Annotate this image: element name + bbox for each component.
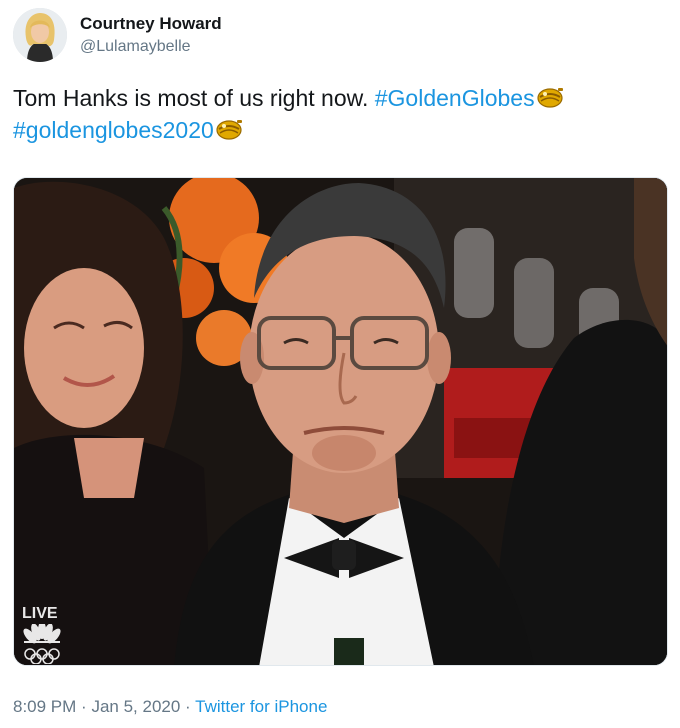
tweet-date[interactable]: Jan 5, 2020 [91, 697, 180, 716]
tweet-meta: 8:09 PM · Jan 5, 2020 · Twitter for iPho… [13, 697, 327, 717]
olympic-rings-icon [24, 648, 60, 664]
golden-globe-emoji-icon [535, 85, 565, 109]
meta-separator: · [81, 697, 87, 716]
nbc-peacock-icon [23, 624, 61, 664]
tweet-text: Tom Hanks is most of us right now. #Gold… [13, 82, 668, 146]
golden-globe-emoji-icon [214, 117, 244, 141]
author-avatar[interactable] [13, 8, 67, 62]
tweet-source-app[interactable]: Twitter for iPhone [195, 697, 327, 716]
hashtag-goldenglobes[interactable]: #GoldenGlobes [375, 85, 535, 111]
author-display-name[interactable]: Courtney Howard [80, 14, 222, 34]
tweet-media-photo[interactable]: LIVE [13, 177, 668, 666]
live-badge: LIVE [22, 605, 58, 622]
photo-illustration: LIVE [14, 178, 667, 665]
meta-separator: · [185, 697, 191, 716]
tweet-text-body: Tom Hanks is most of us right now. [13, 85, 369, 111]
hashtag-goldenglobes2020[interactable]: #goldenglobes2020 [13, 117, 214, 143]
tweet-time[interactable]: 8:09 PM [13, 697, 76, 716]
author-handle[interactable]: @Lulamaybelle [80, 38, 191, 56]
avatar-image [13, 8, 67, 62]
